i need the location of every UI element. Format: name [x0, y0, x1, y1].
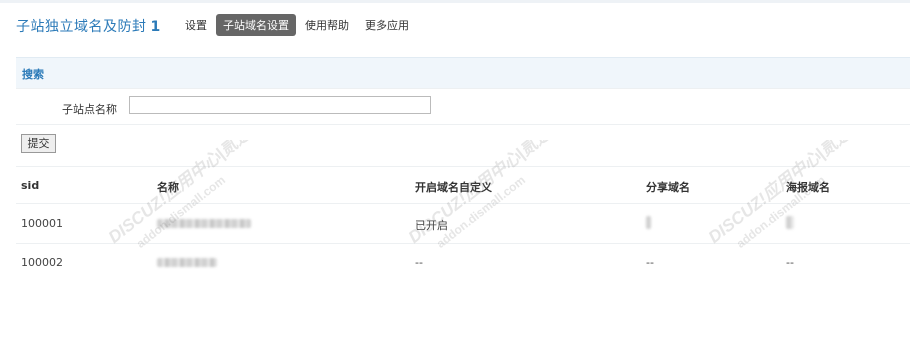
divider	[16, 203, 910, 204]
nav-subsite-domain-settings[interactable]: 子站域名设置	[216, 14, 296, 36]
app-title-number: 1	[150, 19, 161, 35]
divider	[16, 124, 910, 125]
subsite-name-label: 子站点名称	[62, 103, 117, 116]
divider	[16, 166, 910, 167]
watermark-line2: addon.dismall.com	[134, 173, 228, 250]
row1-poster-blurred	[786, 216, 794, 229]
row2-poster-domain: --	[786, 256, 794, 269]
watermark-logo: DISCUZ!应用中心|贰道 addon.dismall.com	[405, 140, 552, 250]
submit-button[interactable]: 提交	[21, 134, 56, 153]
app-title-text: 子站独立域名及防封	[16, 19, 147, 35]
app-title: 子站独立域名及防封 1	[16, 16, 161, 36]
row2-custom-status: --	[415, 256, 423, 269]
row1-name-blurred	[157, 219, 251, 228]
divider	[16, 88, 910, 89]
col-header-share-domain: 分享域名	[646, 181, 690, 194]
search-heading: 搜索	[22, 68, 44, 81]
row1-custom-status: 已开启	[415, 219, 448, 232]
nav-settings[interactable]: 设置	[178, 14, 214, 36]
watermark-logo: DISCUZ!应用中心|贰道 addon.dismall.com	[105, 140, 252, 250]
top-nav: 设置 子站域名设置 使用帮助 更多应用	[178, 14, 418, 36]
search-section-header: 搜索	[16, 57, 910, 88]
row2-sid: 100002	[21, 256, 63, 269]
watermark-logo: DISCUZ!应用中心|贰道 addon.dismall.com	[705, 140, 852, 250]
divider	[16, 243, 910, 244]
row1-share-blurred	[646, 216, 651, 229]
row1-sid: 100001	[21, 217, 63, 230]
subsite-name-input[interactable]	[129, 96, 431, 114]
col-header-sid: sid	[21, 179, 40, 192]
nav-more-apps[interactable]: 更多应用	[358, 14, 416, 36]
row2-share-domain: --	[646, 256, 654, 269]
col-header-custom-domain: 开启域名自定义	[415, 181, 492, 194]
row2-name-blurred	[157, 258, 217, 267]
top-bar: 子站独立域名及防封 1 设置 子站域名设置 使用帮助 更多应用	[0, 0, 910, 50]
nav-help[interactable]: 使用帮助	[298, 14, 356, 36]
col-header-name: 名称	[157, 181, 179, 194]
col-header-poster-domain: 海报域名	[786, 181, 830, 194]
